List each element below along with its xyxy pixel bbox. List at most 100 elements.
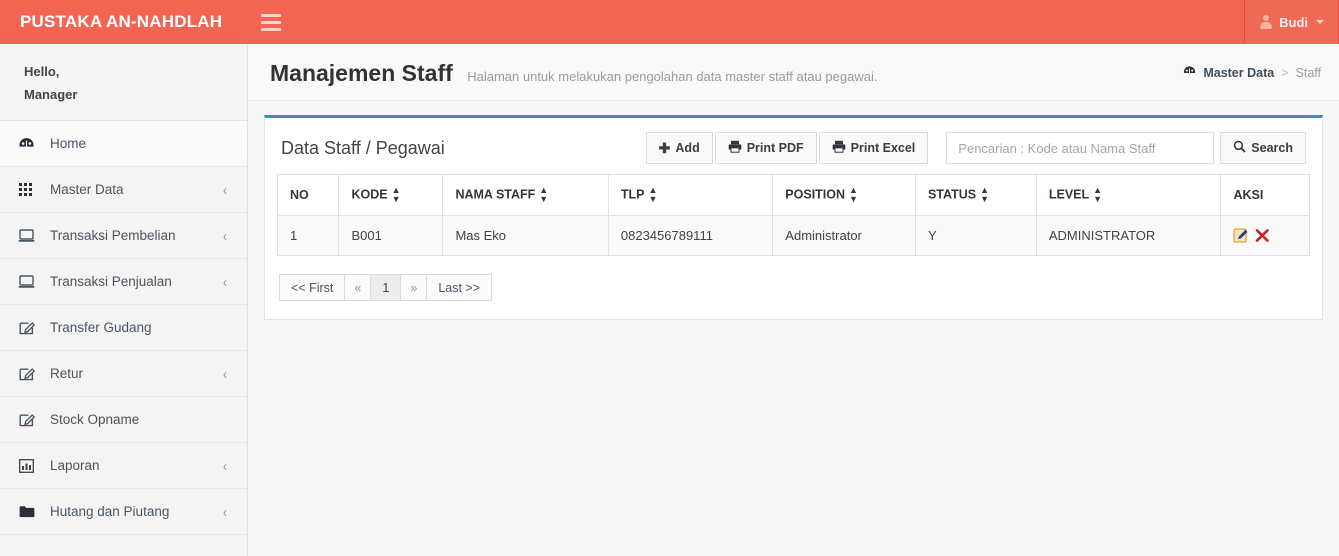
sort-icon[interactable]: ▲ ▼ [539,186,548,204]
table-header-level[interactable]: LEVEL ▲ ▼ [1035,174,1222,216]
hamburger-bar [261,13,281,17]
print-pdf-label: Print PDF [746,141,804,155]
dashboard-icon [17,136,36,152]
pagination-first[interactable]: << First [279,274,345,302]
breadcrumb: Master Data > Staff [1183,65,1321,80]
table-header-no: NO [276,174,340,216]
table-wrapper: NO KODE ▲ ▼ NAMA STAFF ▲ ▼ TLP ▲ ▼ POSITION ▲ ▼ STATU… [265,174,1322,257]
sidebar-item-retur[interactable]: Retur ‹ [0,351,247,397]
table-header-tlp[interactable]: TLP ▲ ▼ [607,174,774,216]
sidebar-greeting: Hello, [24,64,60,79]
print-pdf-button[interactable]: Print PDF [714,132,817,164]
edit-square-icon [17,366,36,382]
sidebar-item-transaksi-pembelian[interactable]: Transaksi Pembelian ‹ [0,213,247,259]
sidebar-item-laporan[interactable]: Laporan ‹ [0,443,247,489]
table-header-label: TLP [620,187,645,202]
bar-chart-icon [17,458,36,474]
table-header-position[interactable]: POSITION ▲ ▼ [772,174,916,216]
cell-kode: B001 [338,214,444,257]
chevron-left-icon: ‹ [223,502,227,521]
chevron-left-icon: ‹ [223,456,227,475]
breadcrumb-separator: > [1281,65,1289,80]
cell-no: 1 [276,214,340,257]
table-header-label: STATUS [927,187,977,202]
pagination-last[interactable]: Last >> [426,274,493,302]
table-header-status[interactable]: STATUS ▲ ▼ [914,174,1037,216]
pagination-next[interactable]: » [400,274,427,302]
edit-square-icon [17,320,36,336]
chevron-left-icon: ‹ [223,272,227,291]
table-header-aksi: AKSI [1220,174,1310,216]
pagination-page-1[interactable]: 1 [370,274,401,302]
dashboard-icon [1183,65,1196,80]
sort-icon[interactable]: ▲ ▼ [980,186,989,204]
sidebar-item-stock-opname[interactable]: Stock Opname [0,397,247,443]
grid-icon [17,182,36,198]
sidebar-item-label: Transaksi Penjualan [50,274,172,289]
cell-level: ADMINISTRATOR [1035,214,1222,257]
table-header-label: AKSI [1233,188,1264,202]
cell-status: Y [914,214,1037,257]
breadcrumb-parent[interactable]: Master Data [1203,66,1274,80]
sort-icon[interactable]: ▲ ▼ [849,186,858,204]
table-header-kode[interactable]: KODE ▲ ▼ [338,174,444,216]
breadcrumb-current: Staff [1295,65,1321,80]
app-brand[interactable]: PUSTAKA AN-NAHDLAH [0,0,248,44]
edit-square-icon [17,412,36,428]
desktop-icon [17,228,36,244]
table-header-label: POSITION [785,187,846,202]
delete-icon[interactable] [1254,227,1271,244]
cell-aksi [1220,214,1310,257]
panel-header: Data Staff / Pegawai ✚ Add Print PDF Pri… [265,118,1322,174]
print-excel-label: Print Excel [850,141,916,155]
print-excel-button[interactable]: Print Excel [818,132,929,164]
table-header-label: LEVEL [1048,187,1090,202]
search-input[interactable] [946,132,1215,164]
search-button-label: Search [1251,141,1293,155]
table-header-nama-staff[interactable]: NAMA STAFF ▲ ▼ [442,174,609,216]
sidebar-item-label: Master Data [50,182,124,197]
pagination: << First «1» Last >> [279,274,1322,302]
staff-table: NO KODE ▲ ▼ NAMA STAFF ▲ ▼ TLP ▲ ▼ POSITION ▲ ▼ STATU… [276,174,1310,257]
panel-toolbar: ✚ Add Print PDF Print Excel Pencarian: … [645,132,1306,164]
cell-position: Administrator [772,214,916,257]
sidebar-user-panel: Hello, Manager [0,44,247,121]
printer-icon [832,140,846,156]
hamburger-icon[interactable] [248,0,294,44]
sidebar-item-label: Transfer Gudang [50,320,152,335]
sort-icon[interactable]: ▲ ▼ [648,186,657,204]
sidebar-item-transaksi-penjualan[interactable]: Transaksi Penjualan ‹ [0,259,247,305]
content-header: Manajemen Staff Halaman untuk melakukan … [248,44,1339,101]
chevron-left-icon: ‹ [223,180,227,199]
add-button[interactable]: ✚ Add [645,132,713,164]
sidebar-tail [0,535,247,556]
sidebar-item-hutang-dan-piutang[interactable]: Hutang dan Piutang ‹ [0,489,247,535]
sidebar-menu: Home Master Data ‹ Transaksi Pembelian ‹ Tran… [0,121,247,535]
search-icon [1233,140,1246,156]
hamburger-bar [261,20,281,24]
sidebar-item-label: Home [50,136,87,151]
sidebar-item-transfer-gudang[interactable]: Transfer Gudang [0,305,247,351]
pagination-prev[interactable]: « [344,274,371,302]
table-head: NO KODE ▲ ▼ NAMA STAFF ▲ ▼ TLP ▲ ▼ POSITION ▲ ▼ STATU… [276,174,1310,216]
table-header-row: NO KODE ▲ ▼ NAMA STAFF ▲ ▼ TLP ▲ ▼ POSITION ▲ ▼ STATU… [276,174,1310,216]
user-menu[interactable]: Budi [1244,0,1339,44]
sort-icon[interactable]: ▲ ▼ [392,186,401,204]
sidebar-item-label: Hutang dan Piutang [50,504,170,519]
sidebar-item-label: Laporan [50,458,100,473]
edit-icon[interactable] [1233,227,1250,244]
sidebar-item-master-data[interactable]: Master Data ‹ [0,167,247,213]
hamburger-bar [261,27,281,31]
table-header-label: NAMA STAFF [455,187,536,202]
panel-wrapper: Data Staff / Pegawai ✚ Add Print PDF Pri… [248,101,1339,321]
panel-title: Data Staff / Pegawai [281,138,445,158]
sidebar-item-home[interactable]: Home [0,121,247,167]
sidebar: Hello, Manager Home Master Data ‹ Transaksi… [0,44,248,556]
folder-icon [17,504,36,520]
printer-icon [728,140,742,156]
table-header-label: NO [290,188,309,202]
sort-icon[interactable]: ▲ ▼ [1093,186,1102,204]
search-button[interactable]: Search [1220,132,1306,164]
page-subtitle: Halaman untuk melakukan pengolahan data … [467,69,878,84]
search-group: Search [946,132,1306,164]
